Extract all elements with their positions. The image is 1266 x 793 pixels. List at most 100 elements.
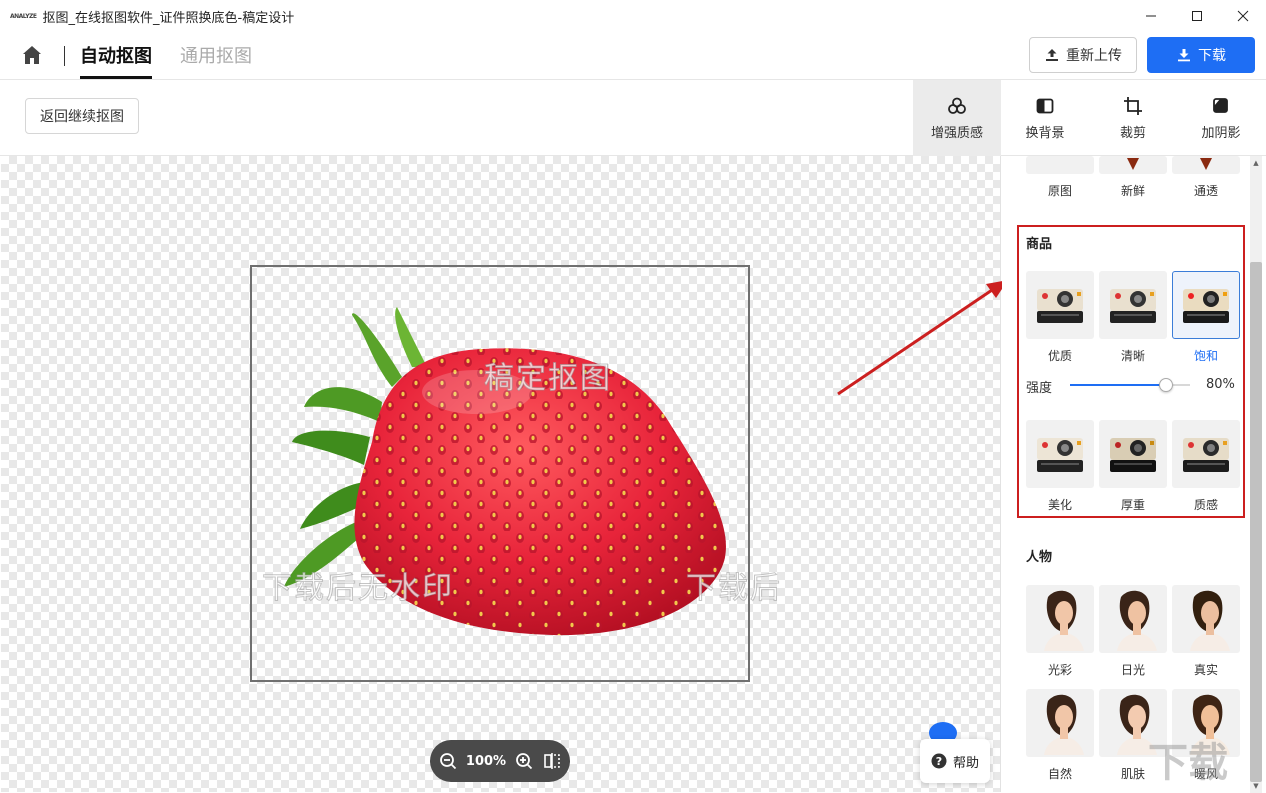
reupload-label: 重新上传 [1066,48,1122,64]
effect-thumb-daylight[interactable] [1099,585,1167,653]
portrait-icon [1117,590,1157,651]
intensity-slider-fill [1070,384,1166,386]
effect-label: 清晰 [1120,349,1145,363]
tool-tabs: 增强质感 换背景 裁剪 加阴影 [913,80,1265,156]
effect-thumb-realistic[interactable] [1172,585,1240,653]
effect-thumb-texture[interactable] [1172,420,1240,488]
effect-label: 优质 [1047,349,1072,363]
intensity-value: 80% [1206,377,1235,392]
people-label-row-1: 光彩 日光 真实 [1026,661,1240,678]
scroll-down-icon[interactable]: ▼ [1250,780,1262,792]
people-row-1 [1026,585,1240,653]
canvas-area[interactable]: 稿定抠图 下载后无水印 下载后 100% ? 帮助 [1,156,1001,792]
enhance-icon [948,97,966,114]
strawberry-image [284,307,726,636]
effect-label: 真实 [1193,663,1218,677]
effect-label-selected: 饱和 [1193,349,1218,363]
download-icon [1178,49,1190,62]
close-button[interactable] [1220,0,1266,32]
tool-label: 换背景 [1025,125,1065,141]
strawberry-thumb-icon [1200,158,1212,170]
tab-auto-cutout[interactable]: 自动抠图 [80,42,152,68]
effect-label: 美化 [1047,498,1072,512]
portrait-icon [1044,590,1084,651]
effect-label: 光彩 [1047,663,1072,677]
effect-thumb-premium[interactable] [1026,271,1094,339]
portrait-icon [1190,590,1230,651]
effect-thumb[interactable] [1099,156,1167,174]
top-label-row: 原图 新鲜 通透 [1026,182,1240,199]
effect-thumb-radiance[interactable] [1026,585,1094,653]
section-title-goods: 商品 [1026,237,1053,252]
strawberry-thumb-icon [1127,158,1139,170]
effect-label: 通透 [1193,184,1218,198]
camera-icon [1110,438,1156,472]
minimize-button[interactable] [1128,0,1174,32]
upload-icon [1046,49,1058,61]
effect-thumb-clear[interactable] [1099,271,1167,339]
camera-icon [1110,289,1156,323]
effect-label: 日光 [1120,663,1145,677]
close-icon [1237,10,1249,22]
image-frame[interactable]: 稿定抠图 下载后无水印 下载后 [250,265,781,682]
effect-thumb-natural[interactable] [1026,689,1094,757]
top-thumb-row [1026,156,1240,174]
goods-row-2 [1026,420,1240,488]
title-bar: ANALYZE 抠图_在线抠图软件_证件照换底色-稿定设计 [0,0,1266,32]
camera-icon [1183,289,1229,323]
effect-thumb[interactable] [1172,156,1240,174]
camera-icon [1183,438,1229,472]
window-title: 抠图_在线抠图软件_证件照换底色-稿定设计 [42,10,295,26]
goods-row-1 [1026,271,1240,339]
compare-icon [544,753,560,769]
help-label: 帮助 [952,755,979,771]
help-button[interactable]: ? 帮助 [920,739,990,783]
shadow-icon [1213,97,1228,113]
background-icon [1036,98,1054,113]
tool-tab-enhance[interactable]: 增强质感 [913,80,1001,156]
portrait-icon [1044,694,1084,755]
tool-label: 增强质感 [930,125,983,141]
tool-tab-crop[interactable]: 裁剪 [1089,80,1177,156]
zoom-out-icon [440,753,457,770]
back-to-cutout-button[interactable]: 返回继续抠图 [25,98,139,134]
window-controls [1128,0,1266,32]
help-icon: ? [931,753,947,769]
zoom-in-icon [516,753,533,770]
reupload-button[interactable]: 重新上传 [1029,37,1137,73]
effect-thumb-saturated[interactable] [1172,271,1240,339]
zoom-in-button[interactable] [514,751,534,771]
panel-scrollbar-thumb[interactable] [1250,262,1262,782]
download-button[interactable]: 下载 [1147,37,1255,73]
zoom-out-button[interactable] [438,751,458,771]
intensity-label: 强度 [1026,381,1053,396]
intensity-slider-handle[interactable] [1159,378,1173,392]
tab-general-cutout[interactable]: 通用抠图 [180,42,252,68]
maximize-icon [1192,11,1202,21]
goods-label-row-1: 优质 清晰 饱和 [1026,347,1240,364]
tool-label: 加阴影 [1201,125,1241,141]
effect-thumb-beautify[interactable] [1026,420,1094,488]
tool-tab-background[interactable]: 换背景 [1001,80,1089,156]
annotation-arrow [837,280,1008,396]
home-icon[interactable] [20,43,44,67]
section-title-people: 人物 [1026,550,1053,565]
effect-thumb[interactable] [1026,156,1094,174]
effect-label: 原图 [1047,184,1072,198]
effect-label: 自然 [1047,767,1072,781]
site-watermark: 下载 [1148,740,1228,786]
zoom-level: 100% [465,753,507,769]
scroll-up-icon[interactable]: ▲ [1250,157,1262,169]
top-nav: 自动抠图 通用抠图 重新上传 下载 [0,32,1266,80]
compare-button[interactable] [542,751,562,771]
svg-text:?: ? [936,755,942,768]
effect-label: 厚重 [1120,498,1145,512]
active-tab-indicator [80,76,152,79]
maximize-button[interactable] [1174,0,1220,32]
effect-thumb-heavy[interactable] [1099,420,1167,488]
intensity-slider[interactable] [1070,378,1190,392]
toolbar: 返回继续抠图 增强质感 换背景 裁剪 加阴影 [0,80,1266,156]
tool-tab-shadow[interactable]: 加阴影 [1177,80,1265,156]
minimize-icon [1146,15,1156,17]
camera-icon [1037,438,1083,472]
